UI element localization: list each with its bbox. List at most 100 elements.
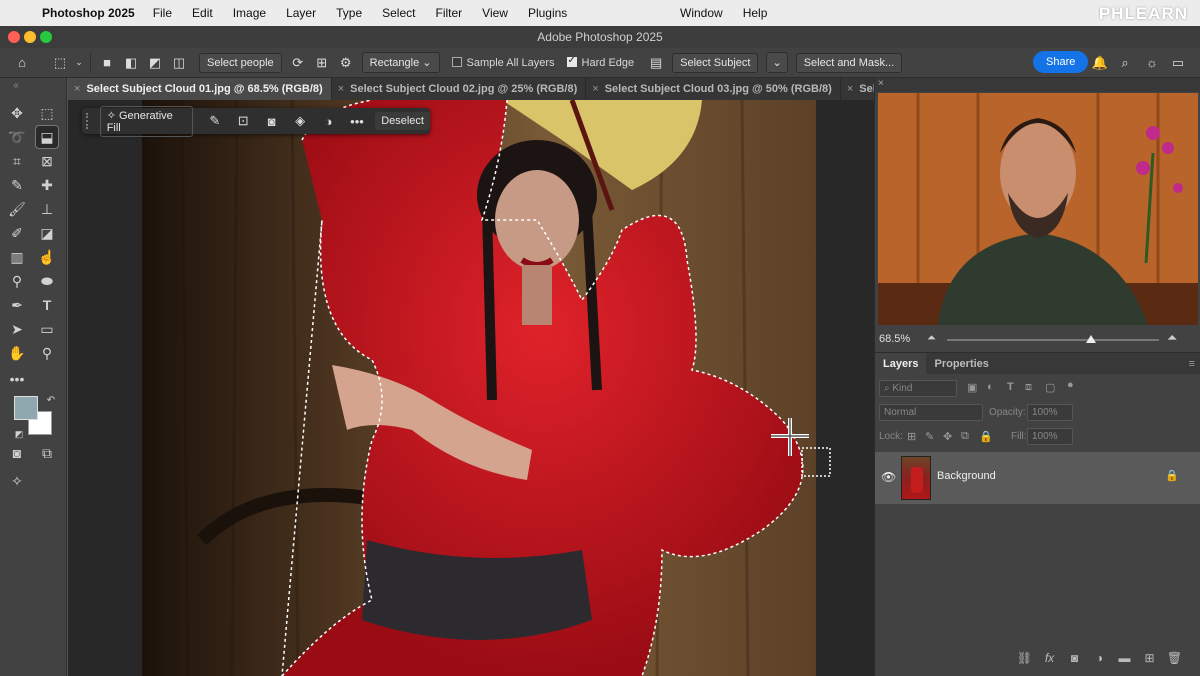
menu-edit[interactable]: Edit — [192, 6, 213, 20]
tab-properties[interactable]: Properties — [926, 353, 996, 375]
clone-stamp-tool-icon[interactable]: ⊥ — [36, 198, 58, 220]
marquee-tool-icon[interactable]: ⬚ — [36, 102, 58, 124]
intersect-selection-icon[interactable]: ◫ — [167, 55, 191, 71]
add-mask-icon[interactable]: ◙ — [1062, 651, 1087, 665]
tab-document-4[interactable]: ×Select Subje — [841, 78, 874, 100]
menu-file[interactable]: File — [153, 6, 172, 20]
tab-document-3[interactable]: × Select Subject Cloud 03.jpg @ 50% (RGB/… — [586, 78, 841, 100]
add-to-selection-icon[interactable]: ◧ — [119, 55, 143, 71]
layer-name[interactable]: Background — [937, 470, 996, 482]
object-selection-tool-icon[interactable]: ⬚ — [48, 55, 72, 71]
menu-select[interactable]: Select — [382, 6, 415, 20]
refresh-icon[interactable]: ⟳ — [286, 55, 310, 71]
quick-mask-icon[interactable]: ◙ — [6, 442, 28, 464]
create-mask-icon[interactable]: ◙ — [257, 114, 285, 129]
lock-image-icon[interactable]: ✎ — [925, 430, 934, 443]
object-finder-icon[interactable]: ⊞ — [310, 55, 334, 71]
share-button[interactable]: Share — [1033, 51, 1089, 73]
type-filter-icon[interactable]: T — [1007, 381, 1014, 393]
zoom-level[interactable]: 68.5% — [879, 333, 910, 345]
close-window-button[interactable] — [8, 31, 20, 43]
path-selection-tool-icon[interactable]: ➤ — [6, 318, 28, 340]
fill-field[interactable]: 100% — [1027, 428, 1073, 445]
screen-mode-icon[interactable]: ⧉ — [36, 442, 58, 464]
lock-all-icon[interactable]: 🔒 — [979, 430, 993, 443]
gear-icon[interactable]: ⚙ — [334, 55, 358, 71]
app-name-menu[interactable]: Photoshop 2025 — [42, 6, 135, 20]
canvas-photo[interactable] — [142, 100, 816, 676]
menu-plugins[interactable]: Plugins — [528, 6, 567, 20]
history-brush-tool-icon[interactable]: ✐ — [6, 222, 28, 244]
discover-icon[interactable]: ☼ — [1140, 55, 1164, 70]
workspace-icon[interactable]: ▭ — [1166, 55, 1190, 71]
brush-tool-icon[interactable]: 🖌 — [6, 198, 28, 220]
close-tab-icon[interactable]: × — [847, 83, 853, 95]
bell-icon[interactable]: 🔔 — [1088, 55, 1112, 71]
pixel-filter-icon[interactable]: ▣ — [967, 381, 977, 394]
generative-tool-icon[interactable]: ✧ — [6, 470, 28, 492]
shape-mode-dropdown[interactable]: Rectangle ⌄ — [361, 52, 440, 73]
hand-tool-icon[interactable]: ✋ — [6, 342, 28, 364]
minimize-window-button[interactable] — [24, 31, 36, 43]
menu-type[interactable]: Type — [336, 6, 362, 20]
new-selection-icon[interactable]: ■ — [95, 55, 119, 70]
menu-window[interactable]: Window — [680, 6, 723, 20]
zoom-slider[interactable] — [947, 335, 1159, 343]
home-icon[interactable]: ⌂ — [10, 55, 34, 70]
zoom-slider-knob[interactable] — [1086, 335, 1097, 343]
opacity-field[interactable]: 100% — [1027, 404, 1073, 421]
object-selection-tool-icon[interactable]: ⬓ — [35, 125, 59, 149]
new-layer-icon[interactable]: ⊞ — [1137, 651, 1162, 665]
delete-layer-icon[interactable]: 🗑 — [1162, 651, 1187, 665]
type-tool-icon[interactable]: T — [36, 294, 58, 316]
navigator-thumbnail[interactable] — [878, 93, 1198, 325]
chevron-down-icon[interactable]: ⌄ — [72, 57, 86, 68]
layer-row-background[interactable]: 👁 Background 🔒 — [875, 452, 1200, 504]
tab-layers[interactable]: Layers — [875, 352, 927, 375]
menu-view[interactable]: View — [482, 6, 508, 20]
menu-layer[interactable]: Layer — [286, 6, 316, 20]
new-group-icon[interactable]: ▬ — [1112, 651, 1137, 665]
search-icon[interactable]: ⌕ — [1113, 55, 1137, 71]
close-tab-icon[interactable]: × — [74, 83, 80, 95]
select-people-dropdown[interactable]: Select people — [199, 52, 282, 73]
drag-handle-icon[interactable] — [86, 113, 94, 129]
sample-all-layers-checkbox[interactable]: Sample All Layers — [451, 56, 555, 69]
select-subject-options-chevron[interactable]: ⌄ — [766, 52, 788, 73]
close-panel-icon[interactable]: × — [878, 78, 884, 89]
link-layers-icon[interactable]: ⛓ — [1012, 651, 1037, 665]
edit-toolbar-icon[interactable]: ••• — [6, 368, 28, 390]
healing-brush-tool-icon[interactable]: ✚ — [36, 174, 58, 196]
adjustment-layer-icon[interactable]: ◑ — [314, 114, 342, 129]
tab-document-2[interactable]: × Select Subject Cloud 02.jpg @ 25% (RGB/… — [332, 78, 587, 100]
lock-artboard-icon[interactable]: ⧉ — [961, 430, 969, 443]
cloud-subject-icon[interactable]: ▤ — [644, 55, 668, 71]
more-options-icon[interactable]: ••• — [343, 114, 371, 129]
layer-style-icon[interactable]: fx — [1037, 651, 1062, 665]
menu-help[interactable]: Help — [743, 6, 768, 20]
pen-tool-icon[interactable]: ✒ — [6, 294, 28, 316]
lock-position-icon[interactable]: ✥ — [943, 430, 952, 443]
select-subject-button[interactable]: Select Subject — [672, 52, 759, 73]
generative-fill-button[interactable]: ✧ Generative Fill — [99, 105, 193, 137]
eye-icon[interactable]: 👁 — [881, 470, 896, 484]
dodge-tool-icon[interactable]: ⚲ — [6, 270, 28, 292]
subtract-from-selection-icon[interactable]: ◩ — [143, 55, 167, 71]
lock-transparency-icon[interactable]: ⊞ — [907, 430, 916, 443]
move-tool-icon[interactable]: ✥ — [6, 102, 28, 124]
smart-object-filter-icon[interactable]: ▢ — [1045, 381, 1055, 394]
close-tab-icon[interactable]: × — [338, 83, 344, 95]
panel-menu-icon[interactable]: ≡ — [1189, 358, 1195, 370]
smudge-tool-icon[interactable]: ☝ — [36, 246, 58, 268]
collapse-tools-icon[interactable]: « — [5, 80, 27, 92]
foreground-color-swatch[interactable] — [14, 396, 38, 420]
frame-tool-icon[interactable]: ⊠ — [36, 150, 58, 172]
deselect-button[interactable]: Deselect — [375, 112, 430, 130]
adjustment-filter-icon[interactable]: ◐ — [987, 381, 994, 393]
fill-selection-icon[interactable]: ◈ — [286, 113, 314, 129]
kind-filter-dropdown[interactable]: ⌕ Kind — [879, 380, 957, 397]
eyedropper-tool-icon[interactable]: ✎ — [6, 174, 28, 196]
menu-image[interactable]: Image — [233, 6, 266, 20]
eraser-tool-icon[interactable]: ◪ — [36, 222, 58, 244]
sponge-tool-icon[interactable]: ⬬ — [36, 270, 58, 292]
